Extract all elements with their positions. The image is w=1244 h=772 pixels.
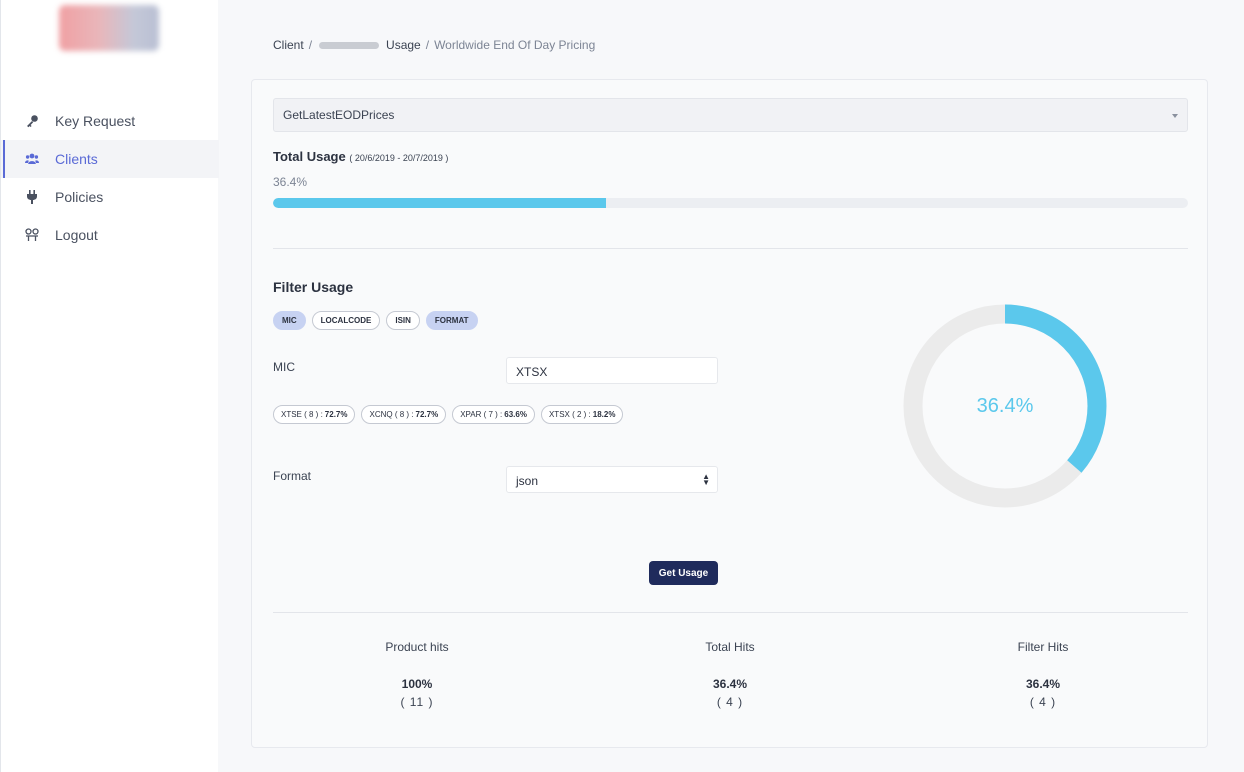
divider [273,248,1188,249]
mic-stat-pct: 18.2% [592,410,616,419]
total-hits-stat: Total Hits 36.4% ( 4 ) [630,640,830,709]
format-select[interactable]: json ▲ ▼ [506,466,718,493]
filter-chips: MIC LOCALCODE ISIN FORMAT [273,311,478,330]
plug-icon [25,190,39,204]
stat-title: Product hits [385,640,449,654]
stat-count: ( 4 ) [1029,695,1057,709]
breadcrumb: Client / Usage / Worldwide End Of Day Pr… [273,38,595,52]
format-select-value: json [516,474,539,488]
sidebar-item-label: Logout [55,227,98,243]
stat-count: ( 11 ) [400,695,434,709]
sidebar-item-key-request[interactable]: Key Request [1,102,219,140]
filter-hits-stat: Filter Hits 36.4% ( 4 ) [943,640,1143,709]
filter-usage-title: Filter Usage [273,279,354,295]
mic-stat-chip: XTSE ( 8 ) :72.7% [273,405,356,424]
sidebar: Key Request Clients Policies Logout [0,0,219,772]
sidebar-item-label: Policies [55,189,104,205]
logout-icon [25,228,39,242]
stat-percent: 100% [401,677,433,691]
stat-percent: 36.4% [1025,677,1061,691]
mic-stat-pct: 72.7% [415,410,439,419]
sidebar-nav: Key Request Clients Policies Logout [1,102,219,254]
redacted-client-name [319,41,380,49]
mic-input[interactable]: XTSX [506,357,718,384]
chip-localcode[interactable]: LOCALCODE [311,311,381,330]
usage-card: GetLatestEODPrices Total Usage ( 20/6/20… [251,79,1208,748]
breadcrumb-current-page: Worldwide End Of Day Pricing [434,38,596,52]
progress-fill [273,198,607,208]
mic-stat-prefix: XPAR ( 7 ) : [460,410,503,419]
key-icon [25,114,39,128]
caret-down-icon [1172,114,1178,118]
divider [273,612,1188,613]
sidebar-item-label: Clients [55,151,98,167]
mic-stat-chip: XCNQ ( 8 ) :72.7% [361,405,447,424]
mic-input-value: XTSX [516,365,548,379]
total-usage-range: ( 20/6/2019 - 20/7/2019 ) [349,153,449,163]
total-usage-heading: Total Usage [273,149,346,164]
total-usage-progress-bar [273,198,1188,208]
mic-stat-prefix: XTSE ( 8 ) : [281,410,323,419]
stat-percent: 36.4% [712,677,748,691]
chip-mic[interactable]: MIC [273,311,306,330]
chip-format[interactable]: FORMAT [425,311,478,330]
users-icon [25,152,39,166]
company-logo [59,5,159,51]
mic-stat-prefix: XTSX ( 2 ) : [548,410,591,419]
breadcrumb-usage[interactable]: Usage [386,38,421,52]
product-select[interactable]: GetLatestEODPrices [273,98,1188,132]
select-arrows-icon: ▲ ▼ [702,472,710,487]
stat-title: Total Hits [705,640,755,654]
mic-stat-prefix: XCNQ ( 8 ) : [369,410,414,419]
total-usage-percent: 36.4% [273,175,308,189]
stat-count: ( 4 ) [716,695,744,709]
stat-title: Filter Hits [1017,640,1069,654]
product-hits-stat: Product hits 100% ( 11 ) [317,640,517,709]
mic-stat-pct: 63.6% [504,410,527,419]
breadcrumb-separator: / [425,38,430,52]
sidebar-item-logout[interactable]: Logout [1,216,219,254]
sidebar-item-policies[interactable]: Policies [1,178,219,216]
breadcrumb-separator: / [308,38,313,52]
mic-stat-chip: XPAR ( 7 ) :63.6% [452,405,535,424]
breadcrumb-client[interactable]: Client [273,38,304,52]
mic-stats: XTSE ( 8 ) :72.7% XCNQ ( 8 ) :72.7% XPAR… [273,405,624,424]
get-usage-button[interactable]: Get Usage [649,561,718,585]
product-select-value: GetLatestEODPrices [283,108,395,122]
sidebar-item-label: Key Request [55,113,136,129]
sidebar-item-clients[interactable]: Clients [1,140,219,178]
mic-label: MIC [273,360,295,374]
mic-stat-chip: XTSX ( 2 ) :18.2% [540,405,624,424]
donut-percent-label: 36.4% [976,394,1034,417]
mic-stat-pct: 72.7% [324,410,348,419]
total-usage-title: Total Usage ( 20/6/2019 - 20/7/2019 ) [273,149,448,164]
chip-isin[interactable]: ISIN [386,311,420,330]
format-label: Format [273,469,312,483]
